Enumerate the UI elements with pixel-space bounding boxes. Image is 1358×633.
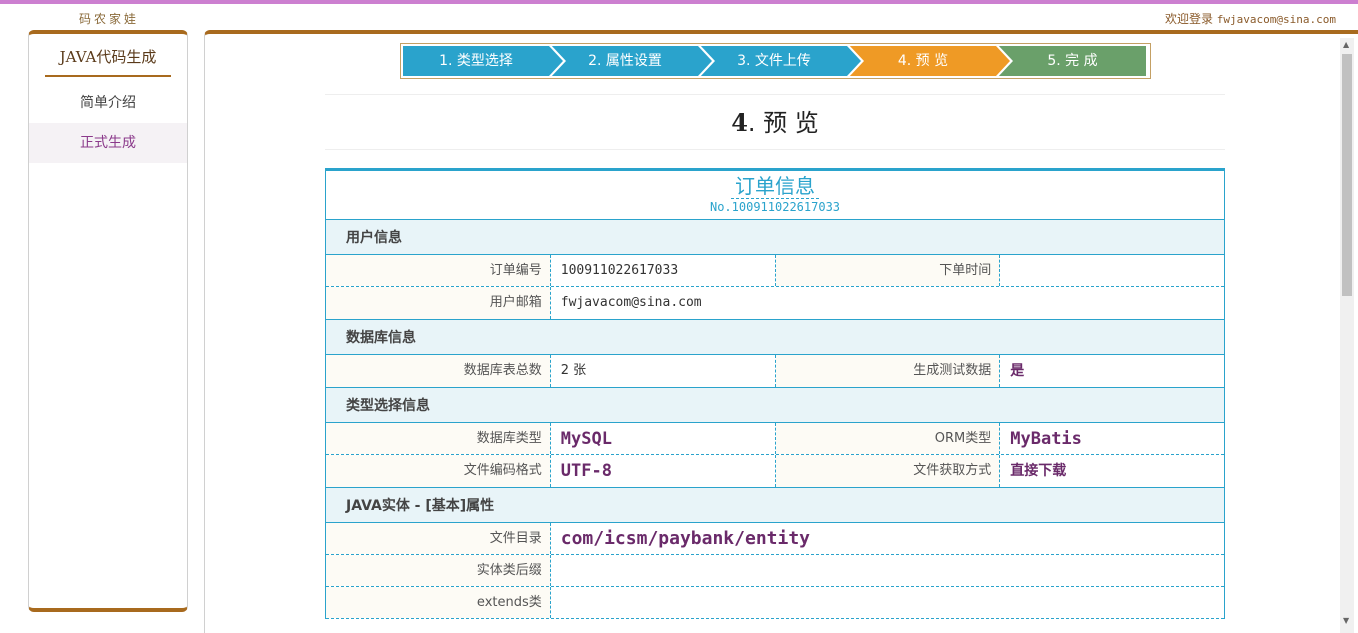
scroll-down-arrow-icon[interactable]: ▼ [1343, 616, 1349, 625]
order-title: 订单信息 [731, 174, 819, 199]
scroll-up-arrow-icon[interactable]: ▲ [1343, 40, 1349, 49]
table-row: 订单编号 100911022617033 下单时间 [326, 255, 1224, 287]
sidebar: JAVA代码生成 简单介绍 正式生成 [28, 30, 188, 612]
test-data-label: 生成测试数据 [775, 355, 1001, 387]
orm-type-value: MyBatis [1010, 429, 1082, 449]
table-row: 数据库类型 MySQL ORM类型 MyBatis [326, 423, 1224, 455]
encoding-value: UTF-8 [551, 455, 776, 487]
step-2-label: 2. 属性设置 [588, 53, 662, 69]
table-row: 用户邮箱 fwjavacom@sina.com [326, 287, 1224, 319]
step-3[interactable]: 3. 文件上传 [701, 44, 864, 78]
order-header: 订单信息 No.100911022617033 [326, 171, 1224, 219]
order-table: 订单信息 No.100911022617033 用户信息 订单编号 100911… [325, 168, 1225, 619]
step-3-label: 3. 文件上传 [737, 53, 811, 69]
test-data-value: 是 [1010, 363, 1025, 379]
brand-name: 码农家娃 [79, 12, 140, 26]
vertical-scrollbar[interactable]: ▲ ▼ [1340, 38, 1354, 633]
email-value: fwjavacom@sina.com [560, 295, 702, 310]
welcome-label: 欢迎登录 [1164, 12, 1213, 26]
sidebar-title-underline [45, 75, 171, 77]
table-row: 实体类后缀 [326, 555, 1224, 587]
preview-heading-number: 4 [731, 108, 748, 137]
step-5-label: 5. 完 成 [1047, 53, 1098, 69]
tables-count-value: 2 张 [551, 355, 776, 387]
table-row: 数据库表总数 2 张 生成测试数据 是 [326, 355, 1224, 387]
step-1[interactable]: 1. 类型选择 [403, 44, 566, 78]
table-row: 文件编码格式 UTF-8 文件获取方式 直接下载 [326, 455, 1224, 487]
fetch-method-value: 直接下载 [1010, 463, 1067, 479]
preview-heading: 4. 预 览 [731, 108, 819, 137]
section-type-info: 类型选择信息 [326, 387, 1224, 423]
orm-type-label: ORM类型 [775, 423, 1001, 454]
sidebar-item-intro[interactable]: 简单介绍 [29, 83, 187, 123]
order-no-label: 订单编号 [326, 255, 551, 286]
extends-value [551, 587, 1224, 618]
email-label: 用户邮箱 [326, 287, 551, 319]
step-4-label: 4. 预 览 [897, 53, 949, 69]
welcome-text: 欢迎登录 fwjavacom@sina.com [1165, 10, 1336, 27]
preview-heading-band: 4. 预 览 [325, 94, 1225, 150]
db-type-label: 数据库类型 [326, 423, 551, 454]
step-2[interactable]: 2. 属性设置 [552, 44, 715, 78]
dir-label: 文件目录 [326, 523, 551, 554]
step-4[interactable]: 4. 预 览 [850, 44, 1013, 78]
suffix-value [551, 555, 1224, 586]
dir-value: com/icsm/paybank/entity [560, 528, 810, 549]
suffix-label: 实体类后缀 [326, 555, 551, 586]
order-time-value [1000, 255, 1224, 286]
main-panel: 1. 类型选择 2. 属性设置 3. 文件上传 4. 预 览 5. 完 成 4.… [204, 30, 1358, 633]
tables-count-label: 数据库表总数 [326, 355, 551, 387]
user-email: fwjavacom@sina.com [1216, 13, 1336, 26]
table-row: extends类 [326, 587, 1224, 619]
section-user-info: 用户信息 [326, 219, 1224, 255]
db-type-value: MySQL [551, 423, 776, 454]
section-entity-attrs: JAVA实体 - [基本]属性 [326, 487, 1224, 523]
extends-label: extends类 [326, 587, 551, 618]
section-db-info: 数据库信息 [326, 319, 1224, 355]
sidebar-item-generate[interactable]: 正式生成 [29, 123, 187, 163]
step-1-label: 1. 类型选择 [439, 53, 513, 69]
order-number: No.100911022617033 [709, 200, 841, 214]
table-row: 文件目录 com/icsm/paybank/entity [326, 523, 1224, 555]
order-no-value: 100911022617033 [551, 255, 776, 286]
sidebar-title: JAVA代码生成 [59, 48, 157, 66]
preview-heading-text: . 预 览 [747, 109, 819, 137]
order-time-label: 下单时间 [775, 255, 1001, 286]
step-5[interactable]: 5. 完 成 [999, 46, 1146, 76]
encoding-label: 文件编码格式 [326, 455, 551, 487]
fetch-method-label: 文件获取方式 [775, 455, 1001, 487]
top-accent-line [0, 0, 1358, 4]
step-progress: 1. 类型选择 2. 属性设置 3. 文件上传 4. 预 览 5. 完 成 [400, 43, 1151, 79]
scroll-thumb[interactable] [1342, 54, 1352, 296]
